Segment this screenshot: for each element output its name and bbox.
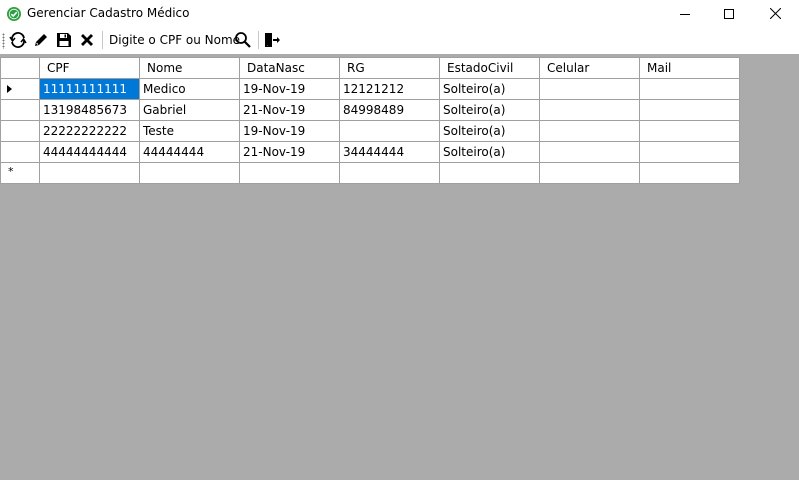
minimize-button[interactable] [662, 0, 708, 27]
table-row[interactable]: 11111111111 Medico 19-Nov-19 12121212 So… [0, 78, 740, 100]
cell-celular[interactable] [539, 120, 640, 142]
cell-rg[interactable]: 12121212 [339, 78, 440, 100]
row-header[interactable] [0, 99, 40, 121]
data-grid[interactable]: CPF Nome DataNasc RG EstadoCivil Celular… [0, 57, 740, 184]
cell-nome[interactable]: Gabriel [139, 99, 240, 121]
window-title: Gerenciar Cadastro Médico [27, 6, 190, 20]
search-icon [235, 32, 251, 48]
row-header-new[interactable]: * [0, 162, 40, 184]
cell-rg[interactable]: 84998489 [339, 99, 440, 121]
new-cell[interactable] [339, 162, 440, 184]
cell-estadocivil[interactable]: Solteiro(a) [439, 120, 540, 142]
column-header-cpf[interactable]: CPF [39, 57, 140, 79]
current-row-arrow-icon [7, 85, 12, 93]
grid-header-row: CPF Nome DataNasc RG EstadoCivil Celular… [0, 57, 740, 79]
maximize-button[interactable] [706, 0, 752, 27]
cell-nome[interactable]: Teste [139, 120, 240, 142]
refresh-icon [9, 32, 27, 48]
cell-cpf[interactable]: 44444444444 [39, 141, 140, 163]
toolbar-separator [102, 31, 103, 49]
cell-nome[interactable]: Medico [139, 78, 240, 100]
cell-estadocivil[interactable]: Solteiro(a) [439, 99, 540, 121]
cell-mail[interactable] [639, 99, 740, 121]
new-cell[interactable] [39, 162, 140, 184]
column-header-celular[interactable]: Celular [539, 57, 640, 79]
delete-icon [81, 34, 93, 46]
close-button[interactable] [752, 0, 798, 27]
cell-datanasc[interactable]: 21-Nov-19 [239, 141, 340, 163]
app-check-icon [6, 6, 22, 22]
toolbar-separator [258, 31, 259, 49]
grid-corner-header[interactable] [0, 57, 40, 79]
column-header-datanasc[interactable]: DataNasc [239, 57, 340, 79]
new-cell[interactable] [239, 162, 340, 184]
cell-cpf[interactable]: 22222222222 [39, 120, 140, 142]
cell-mail[interactable] [639, 78, 740, 100]
cell-rg[interactable]: 34444444 [339, 141, 440, 163]
cell-cpf[interactable]: 13198485673 [39, 99, 140, 121]
cell-celular[interactable] [539, 99, 640, 121]
cell-datanasc[interactable]: 19-Nov-19 [239, 78, 340, 100]
new-cell[interactable] [539, 162, 640, 184]
cell-datanasc[interactable]: 19-Nov-19 [239, 120, 340, 142]
new-row[interactable]: * [0, 162, 740, 184]
title-bar: Gerenciar Cadastro Médico [0, 0, 799, 27]
cell-rg[interactable] [339, 120, 440, 142]
new-cell[interactable] [139, 162, 240, 184]
save-icon [57, 33, 71, 47]
column-header-estadocivil[interactable]: EstadoCivil [439, 57, 540, 79]
cell-estadocivil[interactable]: Solteiro(a) [439, 141, 540, 163]
new-cell[interactable] [639, 162, 740, 184]
exit-button[interactable] [262, 30, 282, 50]
search-button[interactable] [233, 30, 253, 50]
new-row-marker: * [8, 165, 14, 178]
table-row[interactable]: 44444444444 44444444 21-Nov-19 34444444 … [0, 141, 740, 163]
search-label: Digite o CPF ou Nome [109, 33, 241, 47]
edit-button[interactable] [31, 30, 51, 50]
cell-nome[interactable]: 44444444 [139, 141, 240, 163]
table-row[interactable]: 13198485673 Gabriel 21-Nov-19 84998489 S… [0, 99, 740, 121]
toolbar: Digite o CPF ou Nome [0, 27, 799, 54]
cell-datanasc[interactable]: 21-Nov-19 [239, 99, 340, 121]
refresh-button[interactable] [8, 30, 28, 50]
save-button[interactable] [54, 30, 74, 50]
row-header[interactable] [0, 141, 40, 163]
column-header-mail[interactable]: Mail [639, 57, 740, 79]
column-header-rg[interactable]: RG [339, 57, 440, 79]
cell-mail[interactable] [639, 120, 740, 142]
table-row[interactable]: 22222222222 Teste 19-Nov-19 Solteiro(a) [0, 120, 740, 142]
cell-estadocivil[interactable]: Solteiro(a) [439, 78, 540, 100]
column-header-nome[interactable]: Nome [139, 57, 240, 79]
cell-celular[interactable] [539, 141, 640, 163]
exit-icon [265, 33, 280, 47]
cell-celular[interactable] [539, 78, 640, 100]
new-cell[interactable] [439, 162, 540, 184]
delete-button[interactable] [77, 30, 97, 50]
cell-cpf[interactable]: 11111111111 [39, 78, 140, 100]
toolbar-grip[interactable] [2, 33, 5, 49]
row-header[interactable] [0, 120, 40, 142]
edit-icon [35, 34, 47, 46]
row-header-current[interactable] [0, 78, 40, 100]
cell-mail[interactable] [639, 141, 740, 163]
